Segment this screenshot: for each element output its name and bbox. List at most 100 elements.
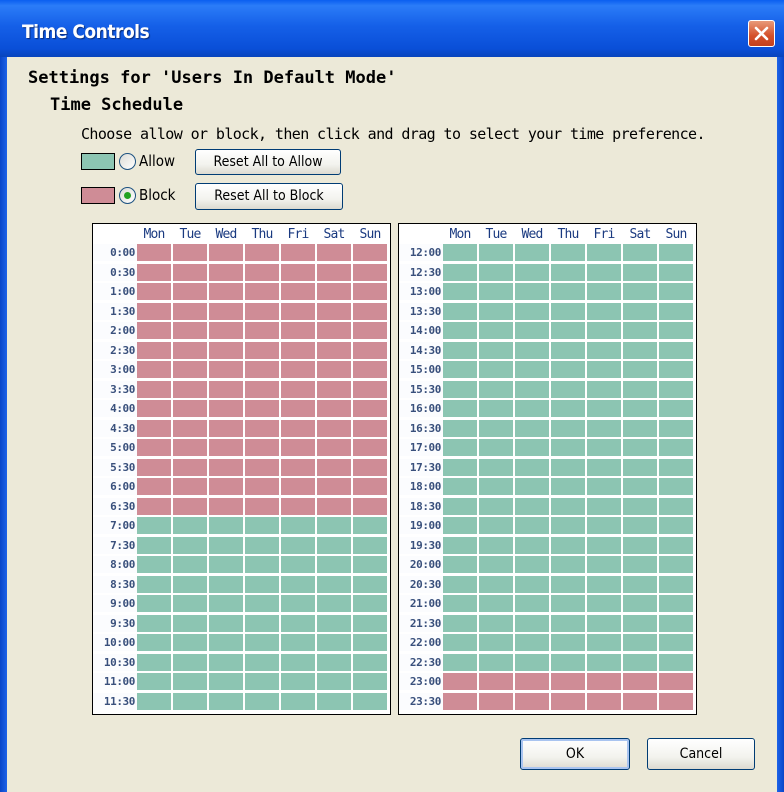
time-slot-sat-1930[interactable] (623, 536, 657, 554)
time-slot-sat-1800[interactable] (623, 478, 657, 495)
time-slot-tue-400[interactable] (173, 400, 207, 417)
time-slot-thu-2200[interactable] (551, 634, 585, 651)
time-slot-sun-1800[interactable] (659, 478, 693, 495)
time-slot-fri-2130[interactable] (587, 614, 621, 632)
time-slot-fri-130[interactable] (281, 302, 315, 320)
time-slot-mon-600[interactable] (137, 478, 171, 495)
time-slot-thu-330[interactable] (245, 380, 279, 398)
time-slot-thu-1330[interactable] (551, 302, 585, 320)
time-slot-sat-2000[interactable] (623, 556, 657, 573)
time-slot-fri-2000[interactable] (587, 556, 621, 573)
time-slot-thu-1130[interactable] (245, 692, 279, 710)
time-slot-thu-2100[interactable] (551, 595, 585, 612)
time-slot-fri-600[interactable] (281, 478, 315, 495)
time-slot-mon-030[interactable] (137, 263, 171, 281)
time-slot-mon-530[interactable] (137, 458, 171, 476)
time-slot-sat-1000[interactable] (317, 634, 351, 651)
time-slot-mon-700[interactable] (137, 517, 171, 534)
time-slot-sat-600[interactable] (317, 478, 351, 495)
time-slot-thu-1700[interactable] (551, 439, 585, 456)
time-slot-sat-1400[interactable] (623, 322, 657, 339)
time-slot-tue-100[interactable] (173, 283, 207, 300)
time-slot-sun-030[interactable] (353, 263, 387, 281)
time-slot-wed-930[interactable] (209, 614, 243, 632)
time-slot-sat-1700[interactable] (623, 439, 657, 456)
time-slot-fri-900[interactable] (281, 595, 315, 612)
time-slot-fri-1400[interactable] (587, 322, 621, 339)
time-slot-mon-500[interactable] (137, 439, 171, 456)
time-slot-wed-2200[interactable] (515, 634, 549, 651)
time-slot-mon-1030[interactable] (137, 653, 171, 671)
time-slot-tue-1600[interactable] (479, 400, 513, 417)
time-slot-tue-330[interactable] (173, 380, 207, 398)
time-slot-wed-1300[interactable] (515, 283, 549, 300)
time-slot-sun-1030[interactable] (353, 653, 387, 671)
time-slot-tue-1630[interactable] (479, 419, 513, 437)
time-slot-sat-630[interactable] (317, 497, 351, 515)
time-slot-mon-330[interactable] (137, 380, 171, 398)
time-slot-tue-200[interactable] (173, 322, 207, 339)
time-slot-thu-930[interactable] (245, 614, 279, 632)
time-slot-wed-1330[interactable] (515, 302, 549, 320)
time-slot-tue-700[interactable] (173, 517, 207, 534)
time-slot-sun-1330[interactable] (659, 302, 693, 320)
time-slot-sun-400[interactable] (353, 400, 387, 417)
time-slot-sat-1730[interactable] (623, 458, 657, 476)
time-slot-sat-100[interactable] (317, 283, 351, 300)
time-slot-tue-1800[interactable] (479, 478, 513, 495)
time-slot-fri-2100[interactable] (587, 595, 621, 612)
time-slot-mon-1930[interactable] (443, 536, 477, 554)
time-slot-tue-1200[interactable] (479, 244, 513, 261)
time-slot-sun-2230[interactable] (659, 653, 693, 671)
time-slot-thu-300[interactable] (245, 361, 279, 378)
time-slot-mon-1530[interactable] (443, 380, 477, 398)
time-slot-mon-2200[interactable] (443, 634, 477, 651)
time-slot-mon-1500[interactable] (443, 361, 477, 378)
time-slot-sun-2330[interactable] (659, 692, 693, 710)
time-slot-thu-1500[interactable] (551, 361, 585, 378)
time-slot-fri-1030[interactable] (281, 653, 315, 671)
time-slot-fri-1330[interactable] (587, 302, 621, 320)
time-slot-thu-700[interactable] (245, 517, 279, 534)
time-slot-sat-1230[interactable] (623, 263, 657, 281)
time-slot-tue-800[interactable] (173, 556, 207, 573)
time-slot-mon-1730[interactable] (443, 458, 477, 476)
time-slot-fri-630[interactable] (281, 497, 315, 515)
time-slot-thu-2030[interactable] (551, 575, 585, 593)
time-slot-mon-1430[interactable] (443, 341, 477, 359)
time-slot-sun-1530[interactable] (659, 380, 693, 398)
time-slot-wed-300[interactable] (209, 361, 243, 378)
time-slot-tue-030[interactable] (173, 263, 207, 281)
time-slot-sun-300[interactable] (353, 361, 387, 378)
time-slot-mon-2130[interactable] (443, 614, 477, 632)
time-slot-thu-800[interactable] (245, 556, 279, 573)
time-slot-sun-2030[interactable] (659, 575, 693, 593)
time-slot-fri-1500[interactable] (587, 361, 621, 378)
time-slot-thu-1230[interactable] (551, 263, 585, 281)
time-slot-sat-530[interactable] (317, 458, 351, 476)
time-slot-mon-000[interactable] (137, 244, 171, 261)
time-slot-mon-1800[interactable] (443, 478, 477, 495)
time-slot-sun-000[interactable] (353, 244, 387, 261)
time-slot-sat-230[interactable] (317, 341, 351, 359)
time-slot-sat-330[interactable] (317, 380, 351, 398)
time-slot-tue-1030[interactable] (173, 653, 207, 671)
time-slot-fri-2030[interactable] (587, 575, 621, 593)
time-slot-sat-830[interactable] (317, 575, 351, 593)
allow-radio[interactable] (119, 153, 136, 170)
time-slot-fri-1530[interactable] (587, 380, 621, 398)
time-slot-fri-1130[interactable] (281, 692, 315, 710)
time-slot-tue-000[interactable] (173, 244, 207, 261)
time-slot-thu-1600[interactable] (551, 400, 585, 417)
allow-radio-label[interactable]: Allow (139, 152, 175, 170)
time-slot-fri-300[interactable] (281, 361, 315, 378)
time-slot-fri-700[interactable] (281, 517, 315, 534)
time-slot-thu-1900[interactable] (551, 517, 585, 534)
time-slot-tue-2000[interactable] (479, 556, 513, 573)
time-slot-sun-800[interactable] (353, 556, 387, 573)
time-slot-sat-130[interactable] (317, 302, 351, 320)
time-slot-sat-1430[interactable] (623, 341, 657, 359)
time-slot-mon-130[interactable] (137, 302, 171, 320)
time-slot-thu-730[interactable] (245, 536, 279, 554)
time-slot-fri-230[interactable] (281, 341, 315, 359)
